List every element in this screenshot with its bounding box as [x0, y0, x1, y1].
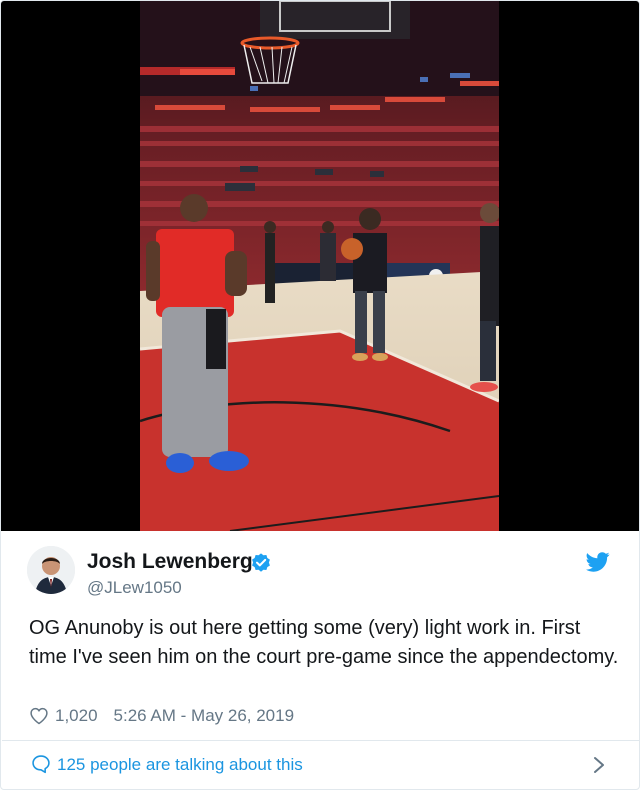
tweet-text: OG Anunoby is out here getting some (ver… [29, 617, 619, 668]
talking-about-this-label: 125 people are talking about this [57, 755, 303, 774]
author-avatar[interactable] [27, 546, 75, 594]
chevron-right-icon [594, 757, 604, 773]
tweet-timestamp[interactable]: 5:26 AM - May 26, 2019 [114, 706, 295, 726]
author-name[interactable]: Josh Lewenberg [87, 550, 253, 574]
talking-about-this-link[interactable]: 125 people are talking about this [1, 741, 639, 789]
verified-badge-icon [252, 553, 270, 572]
heart-icon[interactable] [29, 706, 49, 726]
video-frame [140, 1, 499, 531]
avatar-photo [27, 546, 75, 594]
like-count[interactable]: 1,020 [55, 706, 98, 726]
author-handle[interactable]: @JLew1050 [87, 578, 182, 598]
basketball-court-video-still [140, 1, 499, 531]
speech-bubble-icon [32, 755, 50, 774]
tweet-card[interactable]: Josh Lewenberg @JLew1050 OG Anunoby is o… [0, 0, 640, 790]
tweet-video[interactable] [1, 1, 639, 531]
twitter-bird-icon[interactable] [586, 551, 610, 573]
tweet-meta: 1,020 5:26 AM - May 26, 2019 [29, 704, 294, 728]
